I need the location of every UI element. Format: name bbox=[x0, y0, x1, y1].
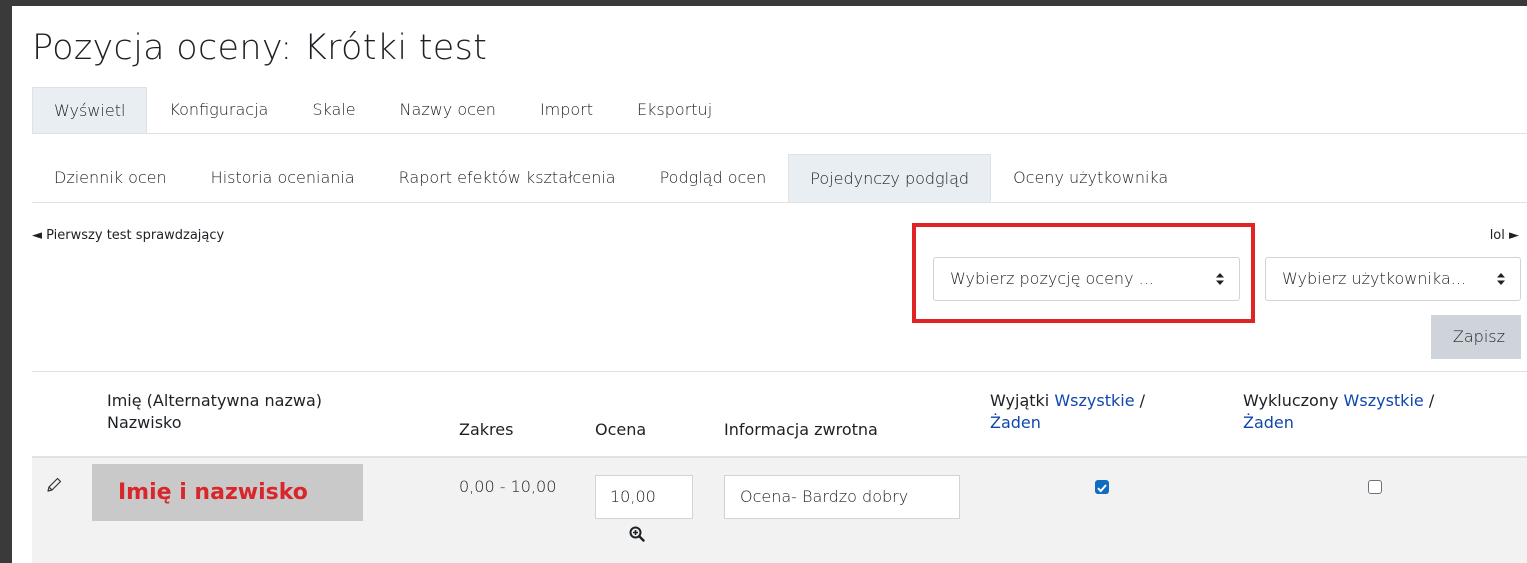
header-grade: Ocena bbox=[595, 420, 647, 439]
pencil-icon[interactable] bbox=[45, 476, 63, 498]
excluded-separator: / bbox=[1428, 391, 1435, 410]
header-excluded: Wykluczony Wszystkie / Żaden bbox=[1243, 390, 1434, 434]
excluded-all-link[interactable]: Wszystkie bbox=[1344, 391, 1424, 410]
select-arrows-icon bbox=[1215, 258, 1225, 300]
tab-raport-efektow[interactable]: Raport efektów kształcenia bbox=[377, 154, 638, 202]
grade-item-select[interactable]: Wybierz pozycję oceny ... bbox=[933, 257, 1240, 301]
page-title: Pozycja oceny: Krótki test bbox=[32, 28, 488, 68]
tab-nazwy-ocen[interactable]: Nazwy ocen bbox=[378, 87, 518, 133]
tab-wyswietl[interactable]: Wyświetl bbox=[32, 87, 148, 133]
tab-eksportuj[interactable]: Eksportuj bbox=[615, 87, 734, 133]
table-top-border bbox=[32, 371, 1527, 372]
exceptions-all-link[interactable]: Wszystkie bbox=[1054, 391, 1134, 410]
save-button[interactable]: Zapisz bbox=[1431, 315, 1521, 359]
grade-input[interactable]: 10,00 bbox=[595, 475, 693, 519]
tab-oceny-uzytkownika[interactable]: Oceny użytkownika bbox=[991, 154, 1190, 202]
feedback-input[interactable]: Ocena- Bardzo dobry bbox=[724, 475, 960, 519]
zoom-in-icon[interactable] bbox=[629, 526, 645, 546]
exceptions-separator: / bbox=[1139, 391, 1146, 410]
tab-skale[interactable]: Skale bbox=[290, 87, 377, 133]
header-exceptions-label: Wyjątki bbox=[990, 391, 1050, 410]
header-excluded-label: Wykluczony bbox=[1243, 391, 1339, 410]
header-name: Imię (Alternatywna nazwa) Nazwisko bbox=[107, 390, 322, 434]
tab-dziennik-ocen[interactable]: Dziennik ocen bbox=[32, 154, 189, 202]
exceptions-none-link[interactable]: Żaden bbox=[990, 413, 1041, 432]
page-frame: Pozycja oceny: Krótki test Wyświetl Konf… bbox=[12, 6, 1527, 563]
primary-tabs: Wyświetl Konfiguracja Skale Nazwy ocen I… bbox=[32, 87, 1527, 134]
header-name-line2[interactable]: Nazwisko bbox=[107, 413, 182, 432]
header-feedback: Informacja zwrotna bbox=[724, 420, 878, 439]
secondary-tabs: Dziennik ocen Historia oceniania Raport … bbox=[32, 154, 1527, 203]
checkmark-icon bbox=[1097, 484, 1107, 493]
user-select-value: Wybierz użytkownika... bbox=[1282, 269, 1466, 288]
header-name-line1[interactable]: Imię (Alternatywna nazwa) bbox=[107, 391, 322, 410]
tab-podglad-ocen[interactable]: Podgląd ocen bbox=[638, 154, 789, 202]
tab-historia-oceniania[interactable]: Historia oceniania bbox=[189, 154, 377, 202]
header-exceptions: Wyjątki Wszystkie / Żaden bbox=[990, 390, 1145, 434]
next-item-link[interactable]: lol ► bbox=[1490, 228, 1519, 243]
header-range: Zakres bbox=[459, 420, 514, 439]
student-name-cell: Imię i nazwisko bbox=[92, 464, 363, 521]
excluded-none-link[interactable]: Żaden bbox=[1243, 413, 1294, 432]
tab-konfiguracja[interactable]: Konfiguracja bbox=[147, 87, 290, 133]
excluded-checkbox[interactable] bbox=[1368, 480, 1382, 494]
user-select[interactable]: Wybierz użytkownika... bbox=[1265, 257, 1521, 301]
select-arrows-icon bbox=[1496, 258, 1506, 300]
tab-pojedynczy-podglad[interactable]: Pojedynczy podgląd bbox=[788, 154, 992, 202]
grade-item-select-value: Wybierz pozycję oceny ... bbox=[950, 269, 1154, 288]
prev-item-link[interactable]: ◄ Pierwszy test sprawdzający bbox=[32, 228, 224, 243]
grade-range-value: 0,00 - 10,00 bbox=[459, 477, 557, 496]
tab-import[interactable]: Import bbox=[518, 87, 615, 133]
exception-checkbox[interactable] bbox=[1095, 480, 1109, 494]
